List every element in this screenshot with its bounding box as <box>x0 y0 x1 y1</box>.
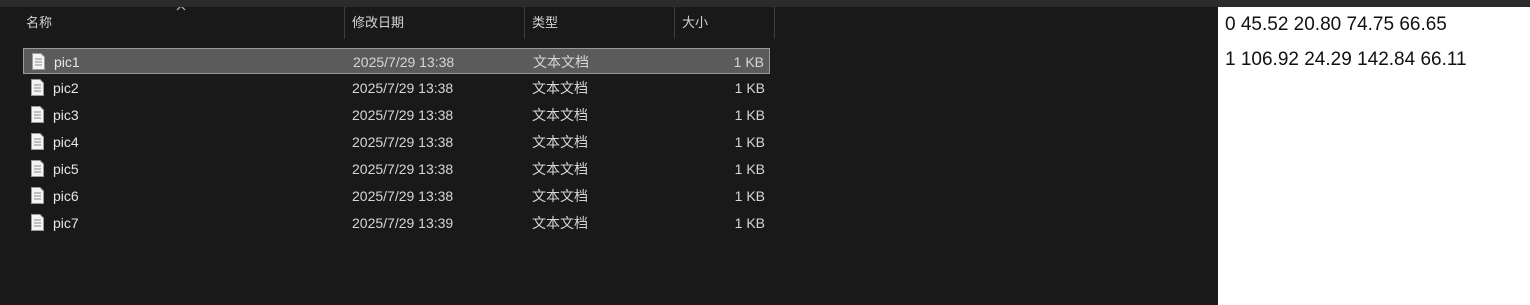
file-type: 文本文档 <box>532 215 588 231</box>
column-divider[interactable] <box>774 7 775 39</box>
file-type: 文本文档 <box>532 188 588 204</box>
note-line: 0 45.52 20.80 74.75 66.65 <box>1225 14 1447 35</box>
file-row[interactable]: pic2 2025/7/29 13:38 文本文档 1 KB <box>23 75 770 101</box>
text-document-icon <box>31 79 44 96</box>
file-size: 1 KB <box>734 188 765 204</box>
text-document-icon <box>31 214 44 231</box>
file-row[interactable]: pic6 2025/7/29 13:38 文本文档 1 KB <box>23 183 770 209</box>
file-type: 文本文档 <box>532 80 588 96</box>
file-modified-date: 2025/7/29 13:39 <box>352 215 454 231</box>
file-name: pic2 <box>53 80 79 96</box>
file-modified-date: 2025/7/29 13:38 <box>353 54 455 70</box>
file-type: 文本文档 <box>532 134 588 150</box>
file-size: 1 KB <box>733 54 764 70</box>
column-header-name-label: 名称 <box>26 15 53 30</box>
text-document-icon <box>31 106 44 123</box>
file-size: 1 KB <box>734 161 765 177</box>
file-type: 文本文档 <box>532 161 588 177</box>
text-notes-panel[interactable]: 0 45.52 20.80 74.75 66.65 1 106.92 24.29… <box>1218 7 1530 305</box>
file-name: pic6 <box>53 188 79 204</box>
file-modified-date: 2025/7/29 13:38 <box>352 161 454 177</box>
file-type: 文本文档 <box>532 107 588 123</box>
text-document-icon <box>31 187 44 204</box>
file-name: pic4 <box>53 134 79 150</box>
file-name: pic5 <box>53 161 79 177</box>
file-name: pic3 <box>53 107 79 123</box>
file-size: 1 KB <box>734 134 765 150</box>
chevron-up-icon <box>176 7 186 11</box>
text-document-icon <box>32 53 45 70</box>
file-row[interactable]: pic7 2025/7/29 13:39 文本文档 1 KB <box>23 210 770 236</box>
file-list-pane: 名称 修改日期 类型 大小 pic1 2025/7/29 13:38 文本文档 … <box>0 7 1218 305</box>
column-header-type[interactable]: 类型 <box>525 7 674 39</box>
note-line: 1 106.92 24.29 142.84 66.11 <box>1225 49 1467 70</box>
file-size: 1 KB <box>734 80 765 96</box>
text-document-icon <box>31 160 44 177</box>
column-header-size[interactable]: 大小 <box>675 7 774 39</box>
text-document-icon <box>31 133 44 150</box>
column-header-bar: 名称 修改日期 类型 大小 <box>0 7 775 39</box>
file-row[interactable]: pic5 2025/7/29 13:38 文本文档 1 KB <box>23 156 770 182</box>
file-modified-date: 2025/7/29 13:38 <box>352 134 454 150</box>
column-header-size-label: 大小 <box>682 15 709 30</box>
file-modified-date: 2025/7/29 13:38 <box>352 188 454 204</box>
window-top-strip <box>0 0 1530 7</box>
file-row[interactable]: pic3 2025/7/29 13:38 文本文档 1 KB <box>23 102 770 128</box>
file-name: pic7 <box>53 215 79 231</box>
column-header-type-label: 类型 <box>532 15 559 30</box>
file-name: pic1 <box>54 54 80 70</box>
file-row[interactable]: pic4 2025/7/29 13:38 文本文档 1 KB <box>23 129 770 155</box>
file-size: 1 KB <box>734 215 765 231</box>
file-modified-date: 2025/7/29 13:38 <box>352 80 454 96</box>
column-header-date[interactable]: 修改日期 <box>345 7 524 39</box>
column-header-date-label: 修改日期 <box>352 15 405 30</box>
file-row[interactable]: pic1 2025/7/29 13:38 文本文档 1 KB <box>23 48 770 74</box>
file-modified-date: 2025/7/29 13:38 <box>352 107 454 123</box>
file-type: 文本文档 <box>533 54 589 70</box>
file-size: 1 KB <box>734 107 765 123</box>
